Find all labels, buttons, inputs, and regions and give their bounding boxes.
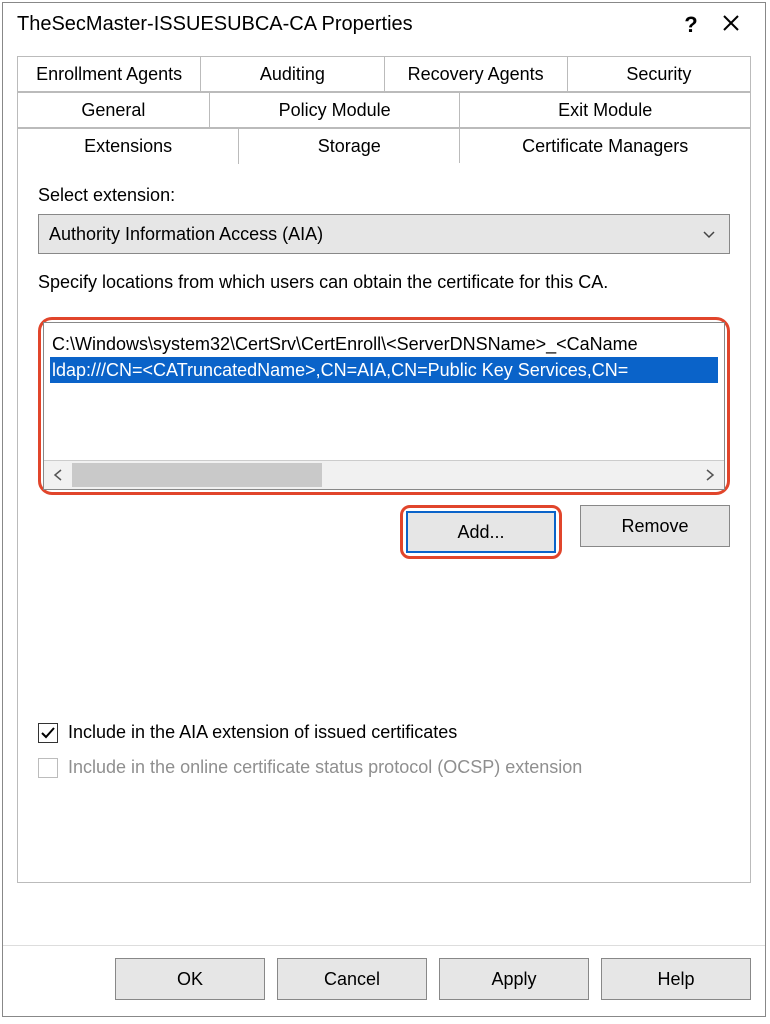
extension-dropdown-value: Authority Information Access (AIA): [49, 224, 703, 245]
tab-recovery-agents[interactable]: Recovery Agents: [385, 56, 568, 92]
horizontal-scrollbar[interactable]: [44, 460, 724, 489]
tab-policy-module[interactable]: Policy Module: [210, 92, 461, 128]
list-item[interactable]: C:\Windows\system32\CertSrv\CertEnroll\<…: [50, 331, 718, 357]
tab-storage[interactable]: Storage: [239, 128, 460, 164]
options-checkboxes: Include in the AIA extension of issued c…: [38, 708, 730, 792]
ok-button[interactable]: OK: [115, 958, 265, 1000]
titlebar: TheSecMaster-ISSUESUBCA-CA Properties ?: [3, 3, 765, 46]
list-item[interactable]: ldap:///CN=<CATruncatedName>,CN=AIA,CN=P…: [50, 357, 718, 383]
tab-enrollment-agents[interactable]: Enrollment Agents: [17, 56, 201, 92]
tab-auditing[interactable]: Auditing: [201, 56, 384, 92]
tab-certificate-managers[interactable]: Certificate Managers: [460, 128, 751, 164]
properties-dialog: TheSecMaster-ISSUESUBCA-CA Properties ? …: [2, 2, 766, 1017]
select-extension-label: Select extension:: [38, 185, 730, 206]
checkbox-label: Include in the online certificate status…: [68, 757, 582, 778]
tab-strip: Enrollment Agents Auditing Recovery Agen…: [17, 56, 751, 883]
scroll-left-icon[interactable]: [44, 461, 72, 489]
chevron-down-icon: [703, 227, 715, 242]
checkbox-include-ocsp: Include in the online certificate status…: [38, 757, 730, 778]
checkbox-icon: [38, 723, 58, 743]
checkbox-label: Include in the AIA extension of issued c…: [68, 722, 457, 743]
help-icon[interactable]: ?: [671, 14, 711, 36]
locations-listbox[interactable]: C:\Windows\system32\CertSrv\CertEnroll\<…: [43, 322, 725, 490]
cancel-button[interactable]: Cancel: [277, 958, 427, 1000]
add-button-highlight: Add...: [400, 505, 562, 559]
tab-security[interactable]: Security: [568, 56, 751, 92]
tab-extensions[interactable]: Extensions: [17, 128, 239, 164]
extension-dropdown[interactable]: Authority Information Access (AIA): [38, 214, 730, 254]
extension-description: Specify locations from which users can o…: [38, 272, 730, 293]
dialog-button-bar: OK Cancel Apply Help: [3, 945, 765, 1016]
apply-button[interactable]: Apply: [439, 958, 589, 1000]
locations-highlight: C:\Windows\system32\CertSrv\CertEnroll\<…: [38, 317, 730, 495]
checkbox-include-aia[interactable]: Include in the AIA extension of issued c…: [38, 722, 730, 743]
help-button[interactable]: Help: [601, 958, 751, 1000]
scroll-thumb[interactable]: [72, 463, 322, 487]
remove-button[interactable]: Remove: [580, 505, 730, 547]
tab-general[interactable]: General: [17, 92, 210, 128]
close-icon[interactable]: [711, 14, 751, 36]
tab-panel-extensions: Select extension: Authority Information …: [17, 163, 751, 883]
dialog-content: Enrollment Agents Auditing Recovery Agen…: [3, 46, 765, 945]
scroll-track[interactable]: [72, 461, 696, 489]
checkbox-icon: [38, 758, 58, 778]
add-button[interactable]: Add...: [406, 511, 556, 553]
window-title: TheSecMaster-ISSUESUBCA-CA Properties: [17, 13, 671, 36]
scroll-right-icon[interactable]: [696, 461, 724, 489]
tab-exit-module[interactable]: Exit Module: [460, 92, 751, 128]
